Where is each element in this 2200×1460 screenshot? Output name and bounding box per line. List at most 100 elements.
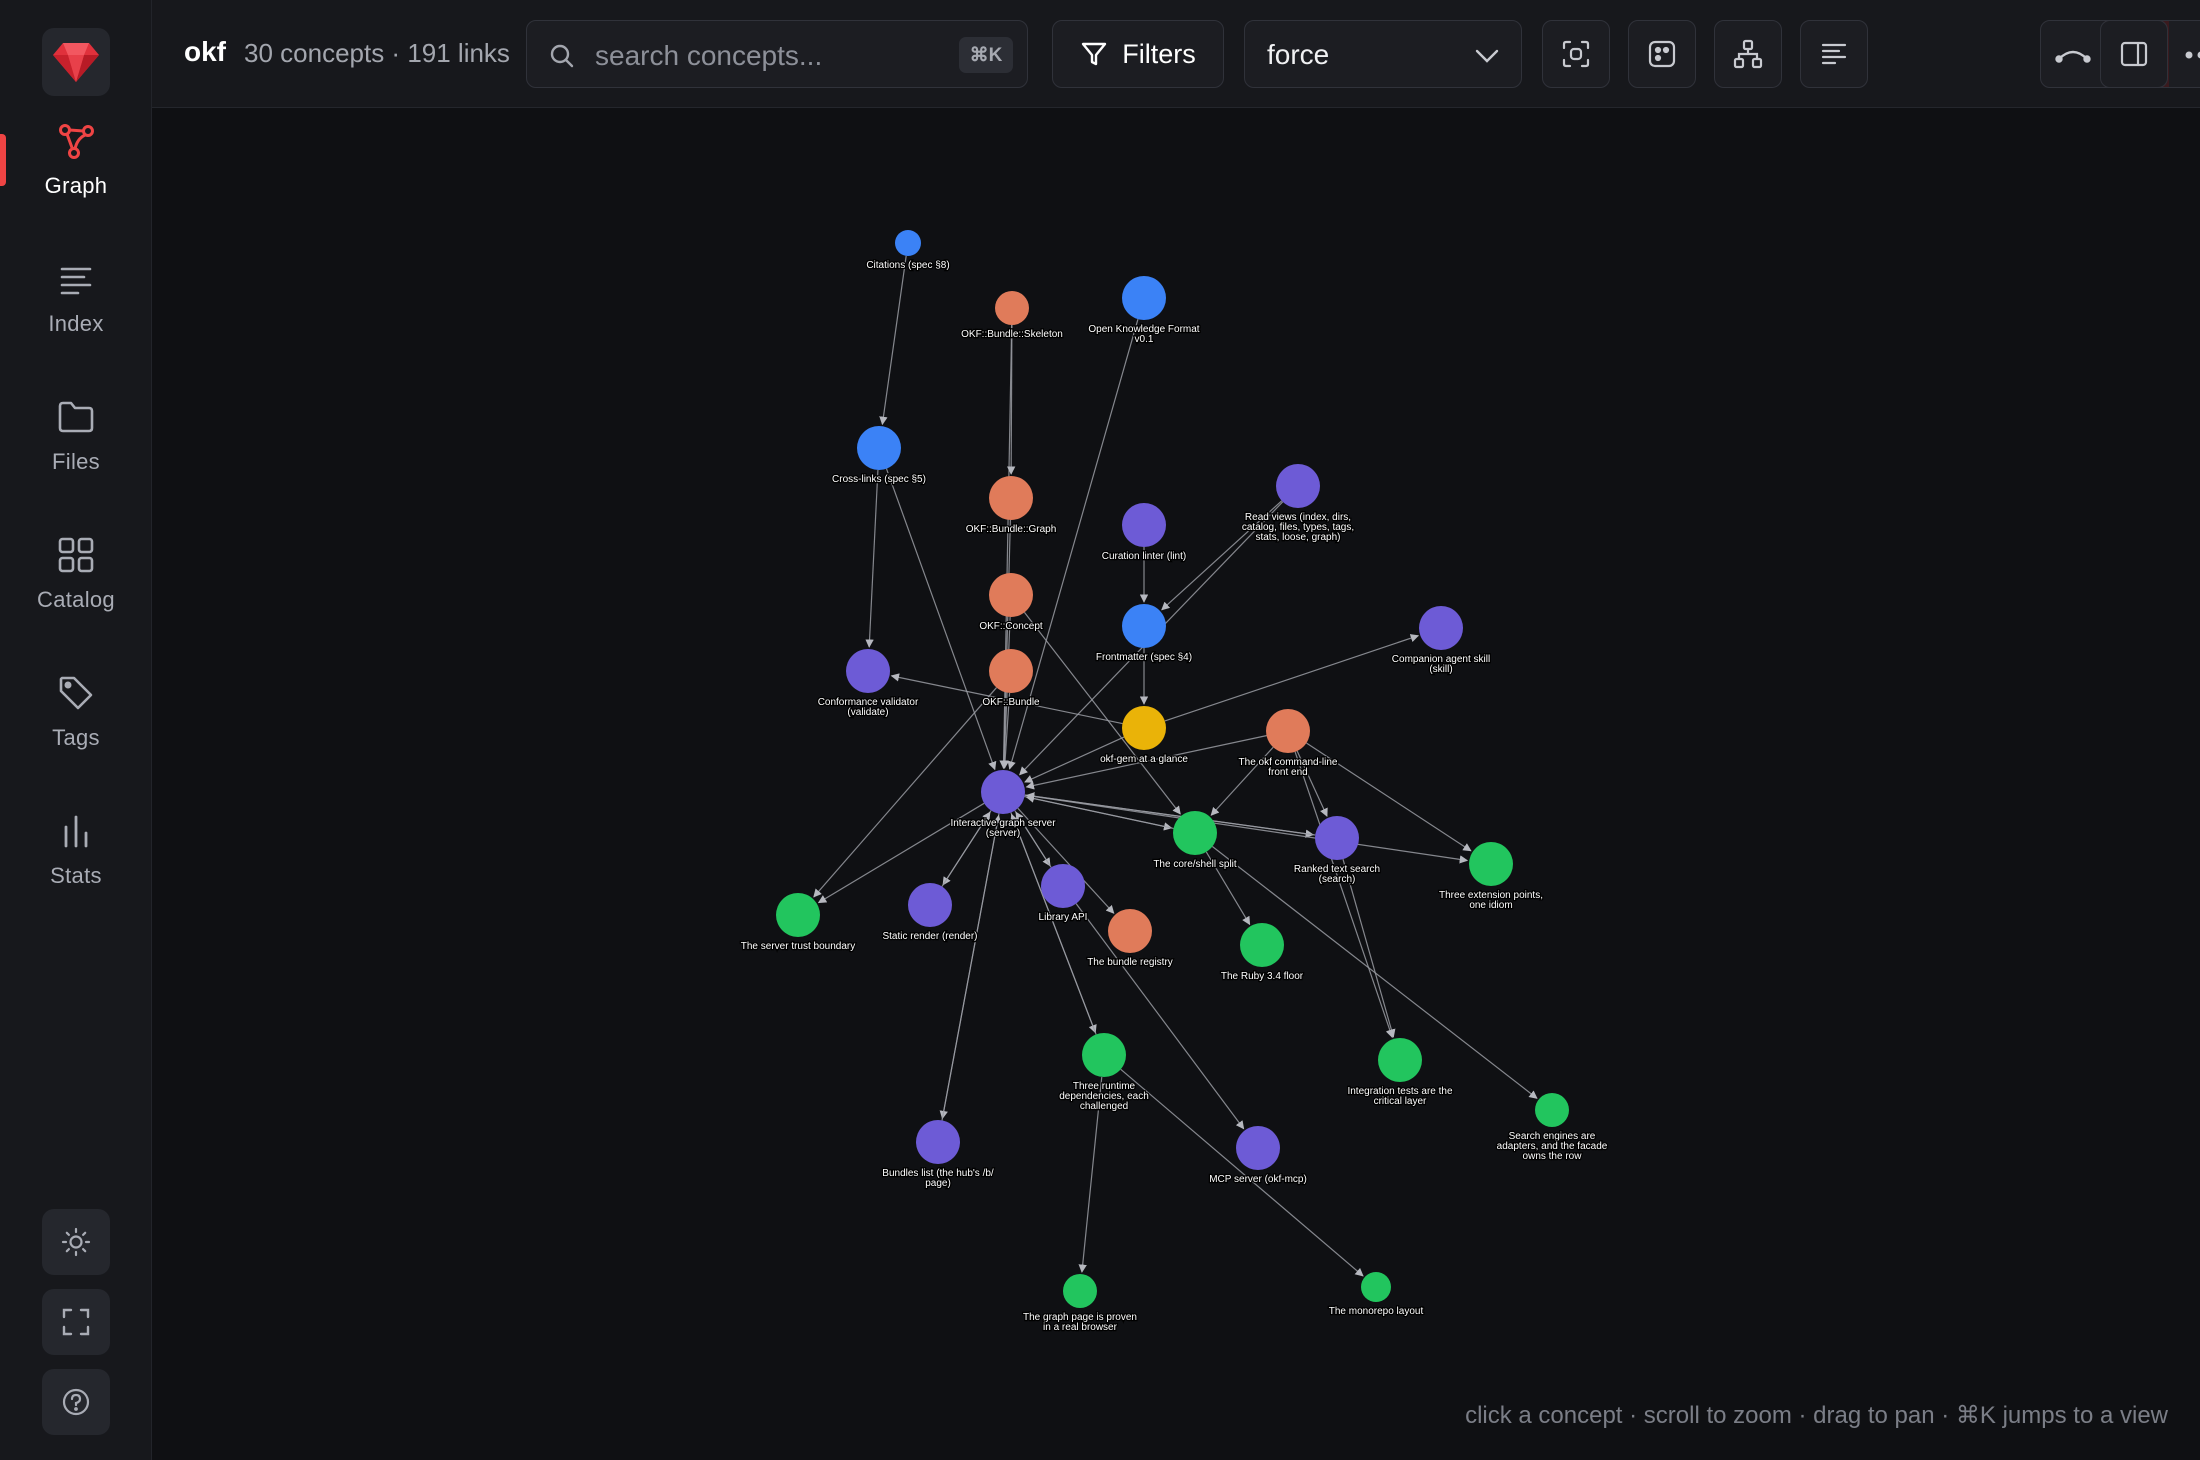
node-circle[interactable] [1378,1038,1422,1082]
node-circle[interactable] [857,426,901,470]
graph-node-engines[interactable]: Search engines areadapters, and the faca… [1495,1093,1609,1163]
sidebar-item-index[interactable]: Index [0,238,152,358]
node-circle[interactable] [895,230,921,256]
graph-node-okf[interactable]: Open Knowledge Formatv0.1 [1087,276,1201,346]
fullscreen-icon [62,1308,90,1336]
graph-node-mcp[interactable]: MCP server (okf-mcp) [1208,1126,1308,1186]
node-circle[interactable] [846,649,890,693]
node-label: Frontmatter (spec §4) [1096,652,1192,663]
layout-select[interactable]: force [1244,20,1522,88]
node-circle[interactable] [1122,706,1166,750]
graph-node-ranked[interactable]: Ranked text search(search) [1293,816,1381,886]
graph-canvas[interactable]: Citations (spec §8) OKF::Bundle::Skeleton… [152,108,2200,1460]
graph-node-crosslinks[interactable]: Cross-links (spec §5) [831,426,927,486]
graph-node-trust[interactable]: The server trust boundary [739,893,857,953]
graph-node-bundle[interactable]: OKF::Bundle [981,649,1041,709]
node-circle[interactable] [995,291,1029,325]
focus-icon [1562,40,1590,68]
node-circle[interactable] [1535,1093,1569,1127]
sidebar-item-tags[interactable]: Tags [0,652,152,772]
search-input[interactable]: search concepts... [595,40,822,72]
graph-node-validator[interactable]: Conformance validator(validate) [816,649,920,719]
graph-node-graphpage[interactable]: The graph page is provenin a real browse… [1022,1274,1138,1334]
node-circle[interactable] [1173,811,1217,855]
node-circle[interactable] [1419,606,1463,650]
graph-node-server[interactable]: Interactive graph server(server) [949,770,1057,840]
theme-toggle-button[interactable] [42,1209,110,1275]
graph-node-coreshell[interactable]: The core/shell split [1152,811,1238,871]
fullscreen-button[interactable] [42,1289,110,1355]
node-label: OKF::Concept [979,621,1043,632]
curved-edges-button[interactable] [2041,21,2105,87]
node-circle[interactable] [981,770,1025,814]
align-button[interactable] [1800,20,1868,88]
graph-node-lint[interactable]: Curation linter (lint) [1100,503,1188,563]
node-circle[interactable] [1240,923,1284,967]
graph-edge [885,468,997,771]
node-circle[interactable] [1108,909,1152,953]
more-options-button[interactable] [2169,21,2200,87]
graph-node-registry[interactable]: The bundle registry [1086,909,1174,969]
node-circle[interactable] [1041,864,1085,908]
node-circle[interactable] [1063,1274,1097,1308]
help-button[interactable] [42,1369,110,1435]
graph-node-ruby[interactable]: The Ruby 3.4 floor [1220,923,1305,983]
node-circle[interactable] [1122,276,1166,320]
app-logo[interactable] [42,28,110,96]
graph-node-bgraph[interactable]: OKF::Bundle::Graph [964,476,1058,536]
graph-node-glance[interactable]: okf-gem at a glance [1099,706,1190,766]
node-circle[interactable] [908,883,952,927]
node-circle[interactable] [1276,464,1320,508]
graph-node-render[interactable]: Static render (render) [881,883,979,943]
graph-node-readviews[interactable]: Read views (index, dirs,catalog, files, … [1241,464,1355,544]
node-circle[interactable] [1236,1126,1280,1170]
graph-node-libapi[interactable]: Library API [1037,864,1089,924]
node-circle[interactable] [776,893,820,937]
sidebar-item-stats[interactable]: Stats [0,790,152,910]
graph-node-concept[interactable]: OKF::Concept [978,573,1044,633]
graph-node-runtime[interactable]: Three runtimedependencies, eachchallenge… [1058,1033,1150,1113]
node-circle[interactable] [1315,816,1359,860]
sidebar-item-graph[interactable]: Graph [0,100,152,220]
concept-graph[interactable]: Citations (spec §8)OKF::Bundle::Skeleton… [152,108,2200,1460]
toggle-side-panel-button[interactable] [2100,20,2168,88]
node-circle[interactable] [1469,842,1513,886]
node-circle[interactable] [989,649,1033,693]
sidebar-item-catalog[interactable]: Catalog [0,514,152,634]
graph-node-monorepo[interactable]: The monorepo layout [1327,1272,1425,1318]
graph-edge [941,814,1002,1121]
graph-node-frontmatter[interactable]: Frontmatter (spec §4) [1095,604,1193,664]
filters-button[interactable]: Filters [1052,20,1224,88]
node-circle[interactable] [989,573,1033,617]
graph-node-citations[interactable]: Citations (spec §8) [865,230,951,272]
search-box[interactable]: search concepts... ⌘K [526,20,1028,88]
node-circle[interactable] [916,1120,960,1164]
node-circle[interactable] [1266,709,1310,753]
node-circle[interactable] [1122,604,1166,648]
node-label: OKF::Bundle [982,697,1040,708]
node-label: MCP server (okf-mcp) [1209,1174,1307,1185]
graph-node-skill[interactable]: Companion agent skill(skill) [1391,606,1491,676]
node-circle[interactable] [989,476,1033,520]
node-label: Cross-links (spec §5) [832,474,926,485]
graph-node-skeleton[interactable]: OKF::Bundle::Skeleton [960,291,1064,341]
node-circle[interactable] [1361,1272,1391,1302]
sidebar-item-label: Stats [50,863,102,888]
curved-edges-icon [2055,50,2091,63]
node-circle[interactable] [1122,503,1166,547]
graph-node-extpoints[interactable]: Three extension points,one idiom [1438,842,1544,912]
graph-node-cli[interactable]: The okf command-linefront end [1237,709,1339,779]
hierarchy-icon [1733,39,1763,69]
graph-node-bundles[interactable]: Bundles list (the hub's /b/page) [881,1120,995,1190]
more-icon [2185,51,2200,59]
shuffle-button[interactable] [1628,20,1696,88]
chevron-down-icon [1475,49,1499,63]
graph-node-integration[interactable]: Integration tests are thecritical layer [1346,1038,1454,1108]
hierarchy-button[interactable] [1714,20,1782,88]
focus-button[interactable] [1542,20,1610,88]
filter-icon [1082,42,1107,66]
graph-icon [59,124,94,159]
node-circle[interactable] [1082,1033,1126,1077]
sidebar-item-files[interactable]: Files [0,376,152,496]
random-icon [1648,40,1676,68]
